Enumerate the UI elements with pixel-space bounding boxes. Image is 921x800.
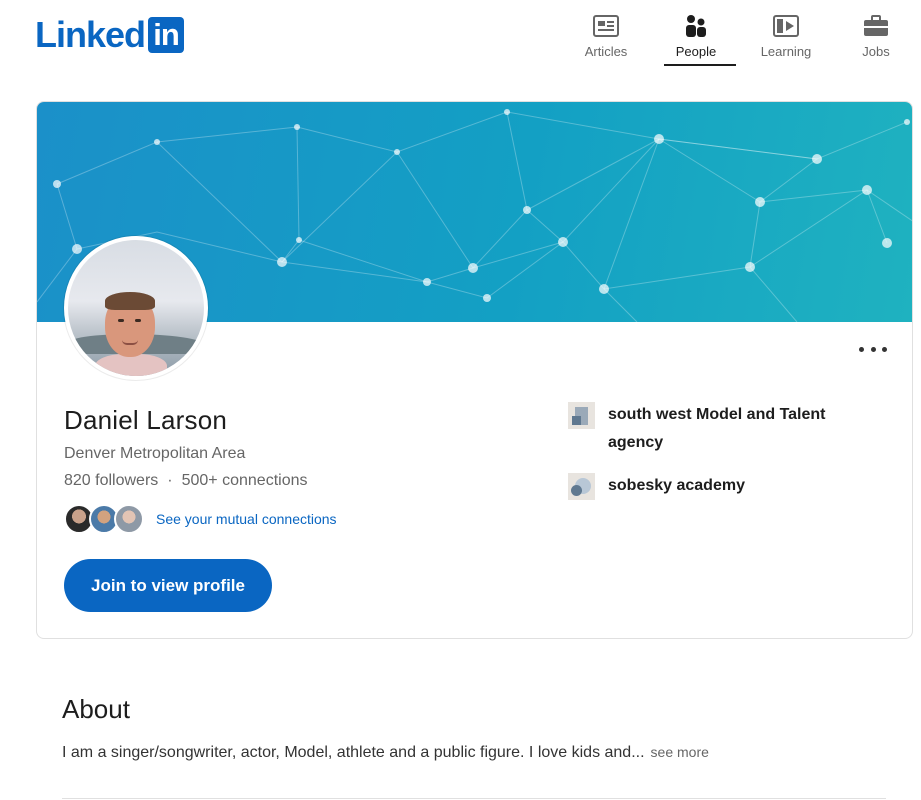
about-heading: About bbox=[62, 694, 130, 724]
experience-item[interactable]: south west Model and Talent agency bbox=[568, 401, 868, 457]
company-logo-icon bbox=[568, 402, 595, 429]
articles-icon bbox=[592, 13, 620, 39]
profile-card: Daniel Larson Denver Metropolitan Area 8… bbox=[36, 101, 913, 639]
profile-stats: 820 followers · 500+ connections bbox=[64, 472, 307, 490]
education-item[interactable]: sobesky academy bbox=[568, 472, 868, 500]
see-more-link[interactable]: see more bbox=[651, 744, 709, 760]
section-divider bbox=[62, 798, 886, 799]
mutual-connections[interactable]: See your mutual connections bbox=[64, 504, 337, 534]
nav-articles[interactable]: Articles bbox=[561, 10, 651, 65]
nav-people[interactable]: People bbox=[651, 10, 741, 66]
profile-avatar bbox=[64, 236, 208, 380]
mutual-avatar bbox=[114, 504, 144, 534]
nav-jobs[interactable]: Jobs bbox=[831, 10, 921, 65]
connections-count: 500+ connections bbox=[181, 472, 308, 489]
mutual-avatars bbox=[64, 504, 144, 534]
people-icon bbox=[682, 13, 710, 39]
nav-label-learning: Learning bbox=[760, 44, 812, 59]
stats-separator: · bbox=[167, 472, 173, 489]
nav-learning[interactable]: Learning bbox=[741, 10, 831, 65]
profile-photo bbox=[68, 240, 204, 376]
learning-icon bbox=[772, 13, 800, 39]
followers-count: 820 followers bbox=[64, 472, 159, 489]
nav-label-articles: Articles bbox=[584, 44, 628, 59]
top-header: Linked in Articles People Learning Jobs bbox=[0, 0, 921, 70]
about-text: I am a singer/songwriter, actor, Model, … bbox=[62, 744, 709, 762]
join-to-view-profile-button[interactable]: Join to view profile bbox=[64, 559, 272, 612]
top-nav: Articles People Learning Jobs bbox=[561, 10, 921, 66]
more-options-icon[interactable] bbox=[859, 342, 887, 356]
linkedin-logo[interactable]: Linked in bbox=[35, 14, 185, 55]
experience-company: south west Model and Talent agency bbox=[608, 406, 826, 451]
nav-label-people: People bbox=[675, 44, 717, 59]
profile-name: Daniel Larson bbox=[64, 405, 228, 435]
school-logo-icon bbox=[568, 473, 595, 500]
profile-location: Denver Metropolitan Area bbox=[64, 445, 246, 462]
jobs-icon bbox=[862, 13, 890, 39]
education-school: sobesky academy bbox=[608, 477, 745, 494]
nav-label-jobs: Jobs bbox=[862, 44, 890, 59]
logo-word: Linked bbox=[35, 14, 146, 55]
about-summary: I am a singer/songwriter, actor, Model, … bbox=[62, 744, 645, 761]
mutual-connections-link[interactable]: See your mutual connections bbox=[156, 511, 337, 527]
logo-in-box: in bbox=[148, 17, 185, 53]
